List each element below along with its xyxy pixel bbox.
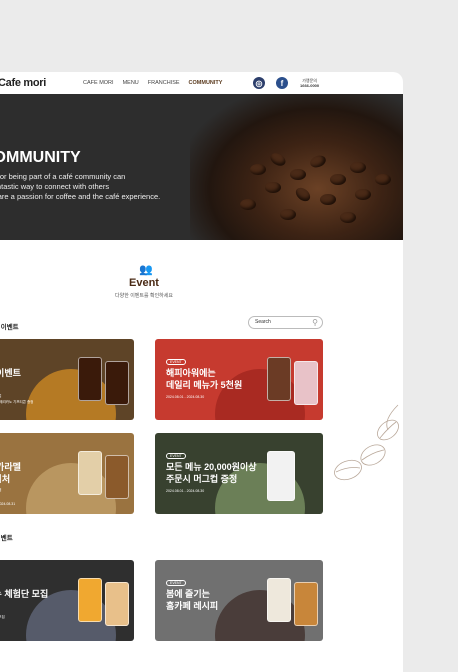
product-image bbox=[105, 582, 129, 626]
search-input[interactable]: Search ⚲ bbox=[248, 316, 323, 329]
card-title-line: 봄에 즐기는 bbox=[166, 589, 210, 599]
product-image bbox=[105, 455, 129, 499]
hero-line: Joining or being part of a café communit… bbox=[0, 172, 126, 181]
card-title-line: 홈카페 레시피 bbox=[166, 601, 219, 611]
card-decoration bbox=[26, 463, 116, 514]
card-tag: EVENT bbox=[166, 359, 186, 365]
facebook-icon[interactable]: f bbox=[276, 77, 288, 89]
card-title: 봄에 즐기는홈카페 레시피 bbox=[166, 588, 218, 612]
card-decoration bbox=[26, 369, 116, 420]
hero-description: Joining or being part of a café communit… bbox=[0, 172, 160, 202]
people-icon: 👥 bbox=[139, 264, 153, 276]
product-image bbox=[267, 578, 291, 622]
phone-number: 1666-0000 bbox=[300, 83, 320, 88]
product-image bbox=[267, 357, 291, 401]
search-placeholder: Search bbox=[255, 319, 271, 325]
card-date: 2024.08.01 - 2024.08.31 bbox=[0, 502, 16, 506]
card-title-line: 모든 메뉴 20,000원이상 bbox=[166, 462, 257, 472]
event-card[interactable]: EVENT 모든 메뉴 20,000원이상주문시 머그컵 증정 2024.08.01… bbox=[155, 433, 323, 514]
card-desc: 이벤트 참여 방법 bbox=[0, 394, 2, 399]
card-title-line: 시그니처 bbox=[0, 474, 11, 484]
card-title: 리뷰 이벤트★★ bbox=[0, 367, 21, 391]
card-tag: EVENT bbox=[166, 453, 186, 459]
instagram-icon[interactable]: ◎ bbox=[253, 77, 265, 89]
event-card[interactable]: EVENT 봄에 즐기는홈카페 레시피 bbox=[155, 560, 323, 641]
section-ended: 종료된 이벤트 bbox=[0, 535, 13, 542]
card-title-line: 해피아워에는 bbox=[166, 368, 216, 378]
event-card[interactable]: 리뷰 이벤트★★ 이벤트 참여 방법리뷰 작성 시 아메리카노 기프티콘 증정 bbox=[0, 339, 134, 420]
nav-cafe-mori[interactable]: CAFE MORI bbox=[83, 80, 114, 86]
hero-line: who share a passion for coffee and the c… bbox=[0, 192, 161, 201]
event-title: Event bbox=[129, 277, 159, 289]
nav-community[interactable]: COMMUNITY bbox=[189, 80, 223, 86]
page: Cafe mori CAFE MORI MENU FRANCHISE COMMU… bbox=[0, 72, 403, 672]
card-tag: EVENT bbox=[166, 580, 186, 586]
card-title: 브루 카라멜시그니처 bbox=[0, 461, 21, 485]
product-image bbox=[267, 451, 295, 501]
product-image bbox=[294, 361, 318, 405]
top-nav: Cafe mori CAFE MORI MENU FRANCHISE COMMU… bbox=[0, 72, 403, 94]
event-card[interactable]: 브루 카라멜시그니처신메뉴 출시 기념할인 행사2024.08.01 - 202… bbox=[0, 433, 134, 514]
search-icon[interactable]: ⚲ bbox=[312, 317, 318, 328]
card-title-line: 주문시 머그컵 증정 bbox=[166, 474, 238, 484]
card-title: 모든 메뉴 20,000원이상주문시 머그컵 증정 bbox=[166, 461, 257, 485]
card-decoration bbox=[215, 590, 305, 641]
menu: CAFE MORI MENU FRANCHISE COMMUNITY bbox=[83, 80, 222, 86]
card-title-line: 신메뉴 체험단 모집 bbox=[0, 589, 49, 599]
nav-menu[interactable]: MENU bbox=[123, 80, 139, 86]
hero-title: COMMUNITY bbox=[0, 149, 81, 166]
card-desc: 리뷰 작성 시 아메리카노 기프티콘 증정 bbox=[0, 400, 34, 404]
franchise-phone: 가맹문의 1666-0000 bbox=[300, 78, 319, 88]
product-image bbox=[78, 451, 102, 495]
card-desc: 신메뉴 출시 기념 bbox=[0, 488, 2, 493]
coffee-beans-image bbox=[190, 94, 403, 240]
product-image bbox=[78, 578, 102, 622]
card-title-line: 데일리 메뉴가 5천원 bbox=[166, 380, 243, 390]
section-ongoing: 진행중인 이벤트 bbox=[0, 324, 19, 331]
product-image bbox=[105, 361, 129, 405]
nav-franchise[interactable]: FRANCHISE bbox=[148, 80, 180, 86]
card-desc: 신메뉴 체험단 모집 bbox=[0, 615, 5, 619]
event-card[interactable]: EVENT 해피아워에는데일리 메뉴가 5천원 2024.08.01 - 2024.… bbox=[155, 339, 323, 420]
hero-banner: COMMUNITY Joining or being part of a caf… bbox=[0, 94, 403, 240]
hero-line: be a fantastic way to connect with other… bbox=[0, 182, 110, 191]
product-image bbox=[294, 582, 318, 626]
card-date: 2024.08.01 - 2024.08.30 bbox=[166, 489, 205, 493]
card-title-line: 브루 카라멜 bbox=[0, 462, 21, 472]
event-subtitle: 다양한 이벤트를 확인하세요 bbox=[115, 293, 173, 299]
card-date: 2024.08.01 - 2024.08.30 bbox=[166, 395, 205, 399]
event-card[interactable]: 신메뉴 체험단 모집신메뉴 체험단 모집 bbox=[0, 560, 134, 641]
coffee-bean-sketch bbox=[334, 404, 399, 481]
logo[interactable]: Cafe mori bbox=[0, 77, 46, 89]
card-title: 신메뉴 체험단 모집 bbox=[0, 588, 48, 600]
product-image bbox=[78, 357, 102, 401]
card-title: 해피아워에는데일리 메뉴가 5천원 bbox=[166, 367, 242, 391]
card-title-line: 리뷰 이벤트 bbox=[0, 368, 21, 378]
